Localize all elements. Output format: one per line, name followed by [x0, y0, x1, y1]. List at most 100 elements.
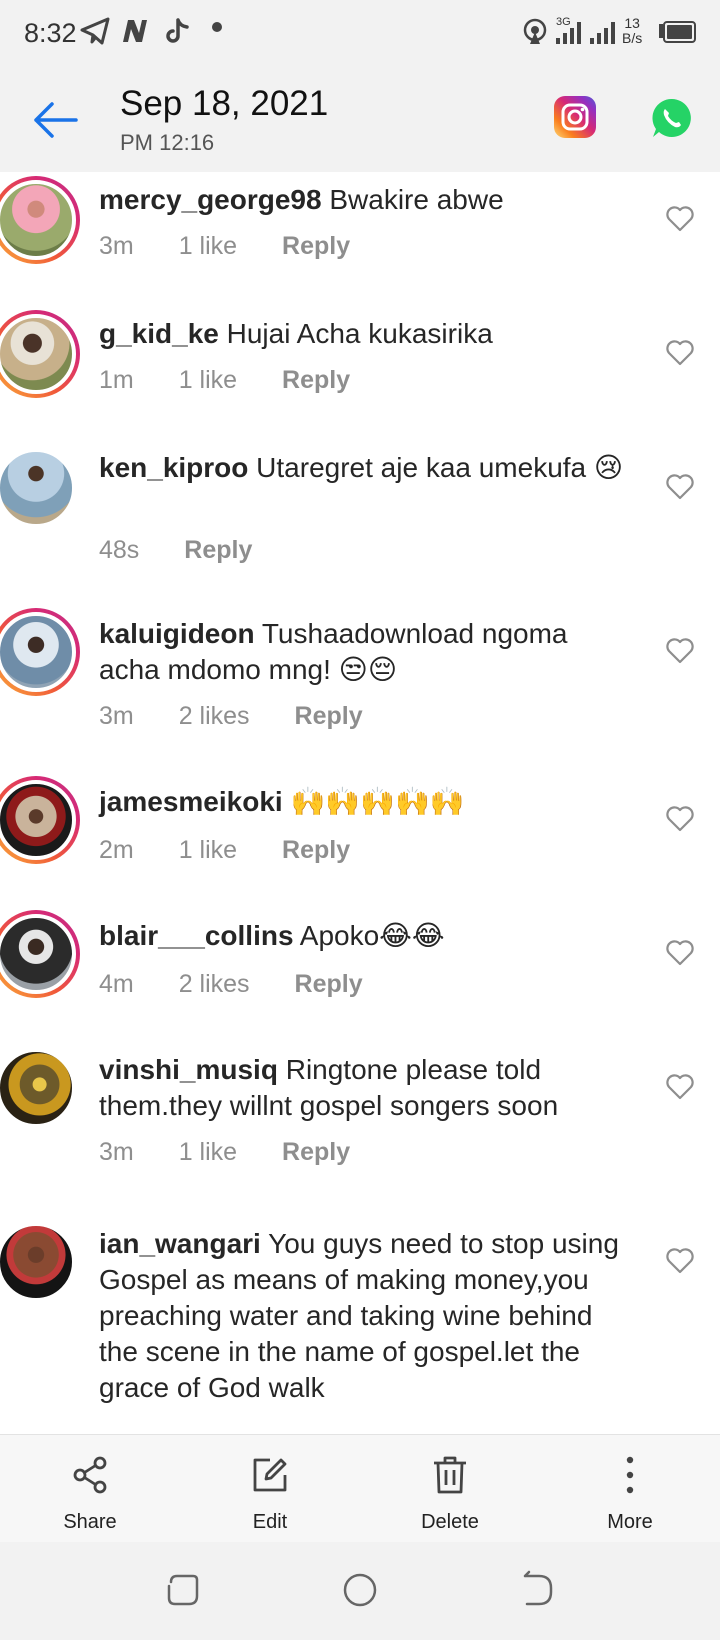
net-speed: 13 B/s [622, 16, 642, 46]
comment-username[interactable]: jamesmeikoki [99, 786, 283, 817]
comment-text: kaluigideon Tushaadownload ngoma acha md… [99, 616, 629, 688]
more-button[interactable]: More [565, 1435, 695, 1543]
comment-username[interactable]: vinshi_musiq [99, 1054, 278, 1085]
comment-meta: 2m 1 like Reply [99, 836, 388, 865]
status-bar: 8:32 3G 13 B/s [0, 0, 720, 66]
heart-icon[interactable] [666, 1248, 694, 1274]
more-label: More [607, 1511, 653, 1533]
signal-icon-2 [590, 22, 615, 44]
comment-text: blair___collins Apoko😂😂 [99, 918, 629, 954]
header-date: Sep 18, 2021 [120, 84, 329, 123]
avatar[interactable] [0, 1218, 80, 1306]
comment-age: 1m [99, 366, 134, 394]
share-label: Share [63, 1511, 117, 1533]
avatar[interactable] [0, 444, 80, 532]
comment-meta: 48s Reply [99, 536, 290, 565]
bottom-toolbar: Share Edit Delete More [0, 1434, 720, 1542]
comment-body: 🙌🙌🙌🙌🙌 [290, 786, 465, 817]
edit-label: Edit [252, 1511, 288, 1533]
status-time: 8:32 [24, 18, 77, 48]
comment-text: jamesmeikoki 🙌🙌🙌🙌🙌 [99, 784, 629, 820]
avatar[interactable] [0, 910, 80, 998]
comment-list[interactable]: mercy_george98 Bwakire abwe 3m 1 like Re… [0, 172, 720, 1434]
avatar[interactable] [0, 776, 80, 864]
back-nav-icon[interactable] [517, 1570, 557, 1610]
comment-text: vinshi_musiq Ringtone please told them.t… [99, 1052, 629, 1124]
navigation-bar [0, 1542, 720, 1640]
avatar[interactable] [0, 608, 80, 696]
comment-username[interactable]: g_kid_ke [99, 318, 219, 349]
heart-icon[interactable] [666, 940, 694, 966]
instagram-icon[interactable] [554, 96, 596, 138]
comment-likes[interactable]: 1 like [179, 232, 237, 261]
share-button[interactable]: Share [25, 1435, 155, 1543]
heart-icon[interactable] [666, 340, 694, 366]
comment-likes[interactable]: 1 like [179, 836, 237, 865]
comment-likes[interactable]: 2 likes [179, 970, 250, 999]
comment-body: Hujai Acha kukasirika [226, 318, 493, 349]
comment-likes[interactable]: 2 likes [179, 702, 250, 731]
header-time: PM 12:16 [120, 130, 215, 155]
comment-body: Utaregret aje kaa umekufa 😢 [256, 452, 624, 483]
reply-button[interactable]: Reply [184, 536, 252, 565]
comment-text: mercy_george98 Bwakire abwe [99, 182, 629, 218]
comment-age: 2m [99, 836, 134, 864]
comment-username[interactable]: kaluigideon [99, 618, 255, 649]
tiktok-icon [166, 18, 189, 43]
notification-dot [212, 22, 222, 32]
delete-button[interactable]: Delete [385, 1435, 515, 1543]
comment-likes[interactable]: 1 like [179, 366, 237, 395]
heart-icon[interactable] [666, 206, 694, 232]
comment-age: 48s [99, 536, 140, 564]
delete-label: Delete [421, 1511, 479, 1533]
comment-body: Bwakire abwe [329, 184, 504, 215]
signal-icon [556, 22, 581, 44]
avatar[interactable] [0, 1044, 80, 1132]
back-arrow-icon[interactable] [28, 94, 84, 146]
avatar[interactable] [0, 176, 80, 264]
heart-icon[interactable] [666, 638, 694, 664]
more-vertical-icon [626, 1456, 634, 1494]
recents-icon[interactable] [163, 1570, 203, 1610]
battery-icon [659, 21, 696, 43]
reply-button[interactable]: Reply [282, 232, 350, 261]
header: Sep 18, 2021 PM 12:16 [0, 66, 720, 172]
telegram-icon [80, 17, 110, 45]
edit-button[interactable]: Edit [205, 1435, 335, 1543]
comment-body: Apoko😂😂 [299, 920, 445, 951]
reply-button[interactable]: Reply [282, 836, 350, 865]
n-app-icon [123, 20, 147, 42]
home-icon[interactable] [340, 1570, 380, 1610]
trash-icon [434, 1456, 466, 1494]
heart-icon[interactable] [666, 474, 694, 500]
comment-meta: 4m 2 likes Reply [99, 970, 401, 999]
comment-username[interactable]: mercy_george98 [99, 184, 322, 215]
comment-age: 3m [99, 1138, 134, 1166]
heart-icon[interactable] [666, 806, 694, 832]
reply-button[interactable]: Reply [282, 1138, 350, 1167]
comment-username[interactable]: blair___collins [99, 920, 294, 951]
comment-meta: 1m 1 like Reply [99, 366, 388, 395]
comment-age: 3m [99, 702, 134, 730]
avatar[interactable] [0, 310, 80, 398]
edit-icon [253, 1458, 287, 1492]
heart-icon[interactable] [666, 1074, 694, 1100]
net-speed-unit: B/s [622, 30, 643, 46]
comment-username[interactable]: ken_kiproo [99, 452, 248, 483]
reply-button[interactable]: Reply [295, 702, 363, 731]
comment-text: ian_wangari You guys need to stop using … [99, 1226, 619, 1406]
hotspot-icon [523, 18, 547, 44]
reply-button[interactable]: Reply [295, 970, 363, 999]
comment-meta: 3m 1 like Reply [99, 1138, 388, 1167]
net-speed-value: 13 [624, 15, 640, 31]
reply-button[interactable]: Reply [282, 366, 350, 395]
share-icon [73, 1456, 107, 1494]
comment-username[interactable]: ian_wangari [99, 1228, 261, 1259]
comment-age: 4m [99, 970, 134, 998]
whatsapp-icon[interactable] [650, 96, 694, 140]
comment-meta: 3m 1 like Reply [99, 232, 388, 261]
comment-text: ken_kiproo Utaregret aje kaa umekufa 😢 [99, 450, 629, 486]
comment-likes[interactable]: 1 like [179, 1138, 237, 1167]
comment-meta: 3m 2 likes Reply [99, 702, 401, 731]
comment-age: 3m [99, 232, 134, 260]
